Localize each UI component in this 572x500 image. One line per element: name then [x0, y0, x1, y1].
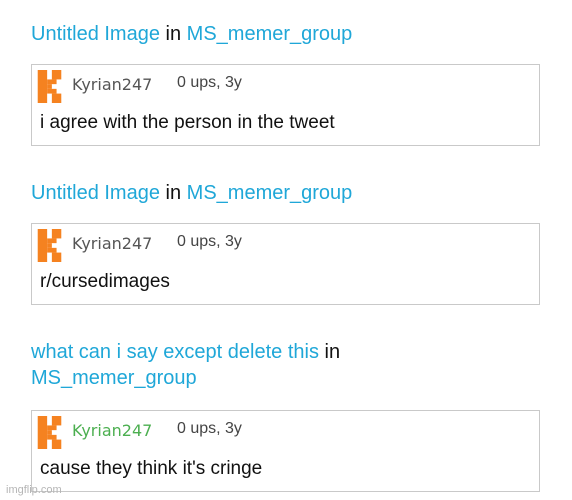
comment-text: cause they think it's cringe	[40, 458, 263, 479]
image-title-link[interactable]: Untitled Image	[31, 23, 160, 45]
comment-feed: Untitled Image in MS_memer_group Kyrian2…	[0, 0, 572, 500]
pixel-k-avatar-icon[interactable]	[37, 229, 62, 262]
in-word: in	[165, 182, 182, 204]
stream-link[interactable]: MS_memer_group	[187, 182, 353, 204]
pixel-k-avatar-icon[interactable]	[37, 70, 62, 103]
username-link[interactable]: Kyrian247	[72, 75, 152, 94]
comment-meta: 0 ups, 3y	[177, 233, 242, 250]
comment-card: Kyrian247 0 ups, 3y r/cursedimages	[31, 223, 540, 305]
entry-title: what can i say except delete this in MS_…	[31, 339, 551, 391]
image-title-link[interactable]: what can i say except delete this	[31, 341, 319, 363]
comment-card: Kyrian247 0 ups, 3y i agree with the per…	[31, 64, 540, 146]
comment-text: i agree with the person in the tweet	[40, 112, 335, 133]
in-word: in	[165, 23, 182, 45]
entry-title: Untitled Image in MS_memer_group	[31, 180, 551, 206]
comment-card: Kyrian247 0 ups, 3y cause they think it'…	[31, 410, 540, 492]
pixel-k-avatar-icon[interactable]	[37, 416, 62, 449]
imgflip-watermark: imgflip.com	[6, 484, 62, 496]
username-link[interactable]: Kyrian247	[72, 234, 152, 253]
in-word: in	[324, 341, 341, 363]
entry-title: Untitled Image in MS_memer_group	[31, 21, 551, 47]
comment-meta: 0 ups, 3y	[177, 74, 242, 91]
comment-text: r/cursedimages	[40, 271, 170, 292]
comment-meta: 0 ups, 3y	[177, 420, 242, 437]
username-link[interactable]: Kyrian247	[72, 421, 152, 440]
stream-link[interactable]: MS_memer_group	[31, 367, 197, 389]
image-title-link[interactable]: Untitled Image	[31, 182, 160, 204]
stream-link[interactable]: MS_memer_group	[187, 23, 353, 45]
